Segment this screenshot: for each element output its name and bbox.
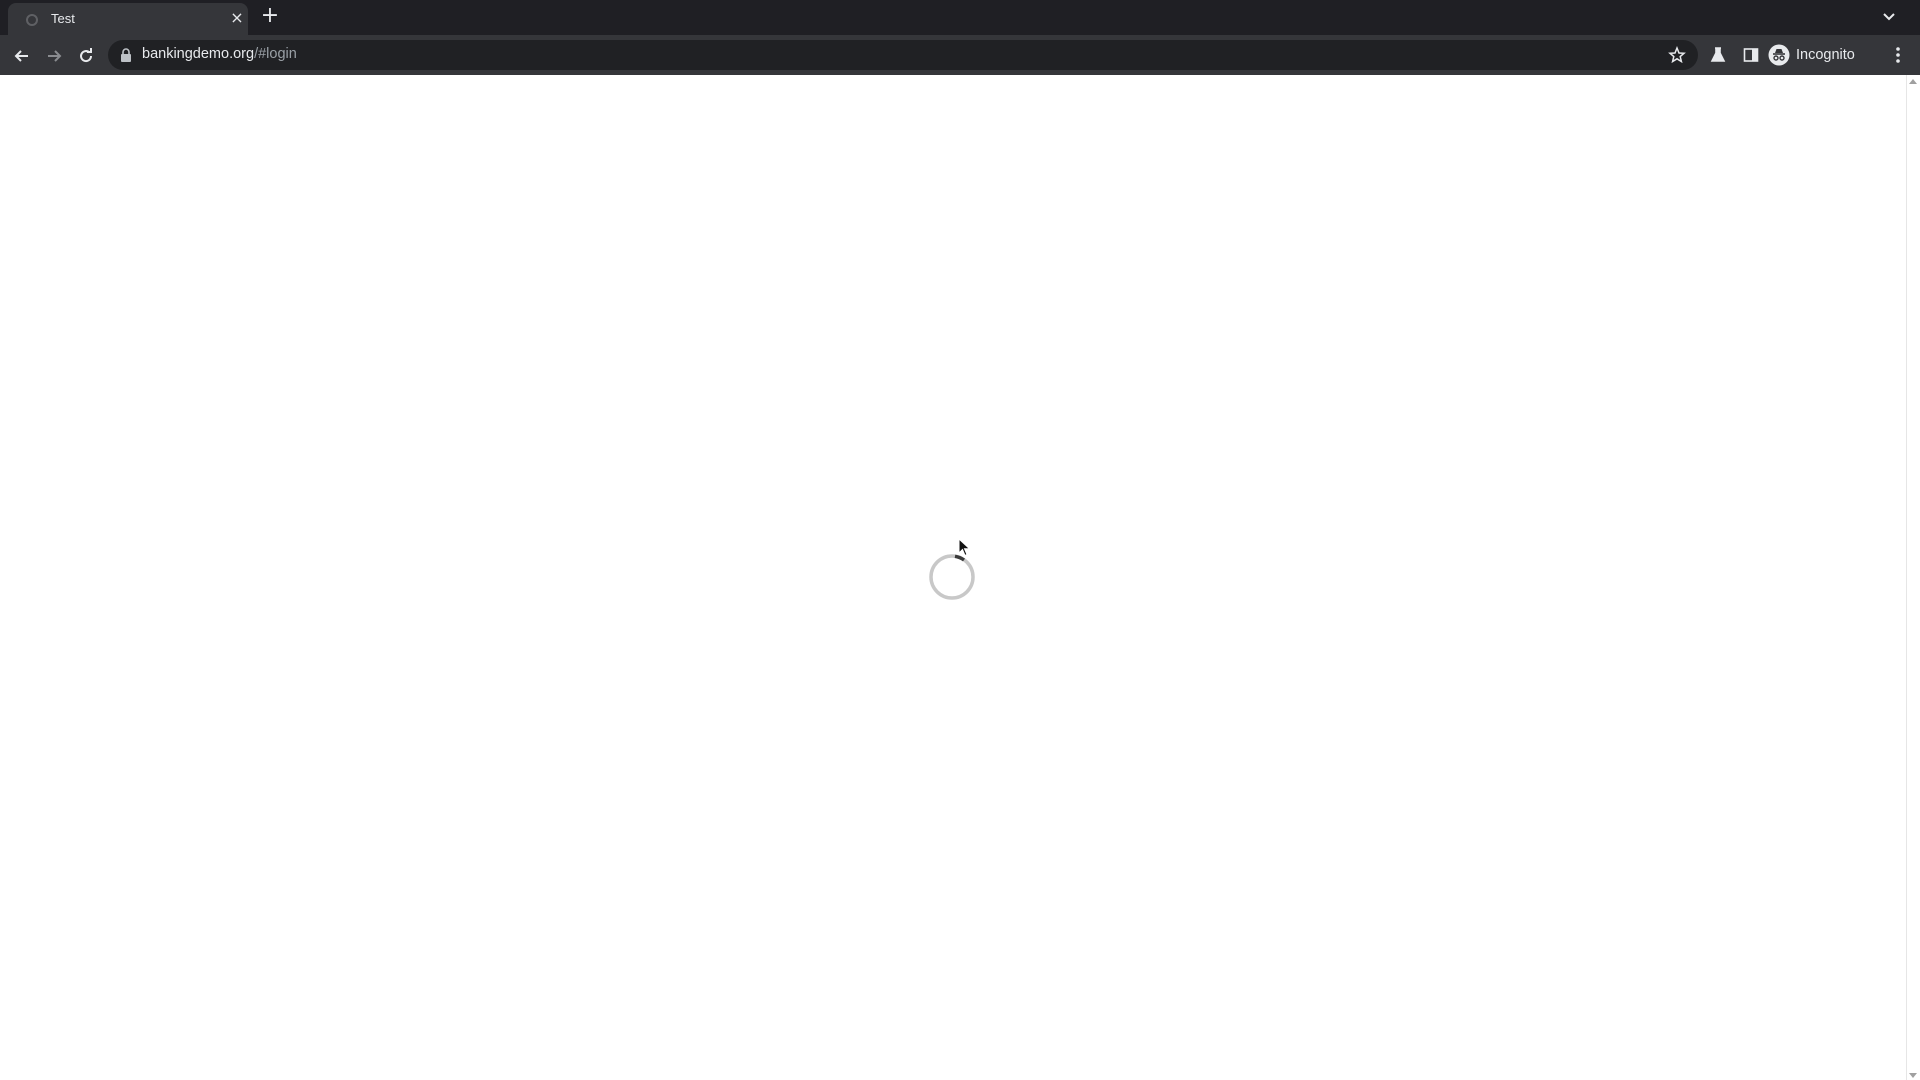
url-text: bankingdemo.org/#login: [142, 46, 297, 62]
side-panel-icon: [1743, 48, 1759, 62]
globe-icon: [26, 14, 38, 26]
scroll-up-arrow-icon[interactable]: [1909, 79, 1917, 84]
vertical-dots-icon: [1896, 47, 1900, 63]
flask-icon: [1710, 47, 1726, 62]
vertical-scrollbar[interactable]: [1906, 75, 1920, 1080]
reload-icon: [80, 48, 93, 63]
profile-label: Incognito: [1796, 47, 1855, 63]
mouse-pointer-icon: [958, 538, 971, 557]
browser-tab[interactable]: Test ×: [8, 3, 248, 35]
chevron-down-icon: [1883, 13, 1895, 21]
new-tab-button[interactable]: +: [258, 5, 282, 29]
tab-title: Test: [51, 11, 75, 26]
scroll-down-arrow-icon[interactable]: [1909, 1073, 1917, 1078]
tab-strip: Test × +: [0, 0, 1920, 35]
browser-menu-button[interactable]: [1888, 43, 1908, 67]
arrow-left-icon: [14, 50, 28, 62]
profile-button[interactable]: Incognito: [1768, 42, 1855, 68]
incognito-icon: [1768, 44, 1790, 66]
forward-button[interactable]: [41, 43, 67, 69]
back-button[interactable]: [9, 43, 35, 69]
star-icon[interactable]: [1668, 46, 1686, 64]
close-icon[interactable]: ×: [228, 9, 246, 27]
reload-button[interactable]: [73, 43, 99, 69]
loading-spinner-icon: [929, 554, 975, 600]
address-bar[interactable]: bankingdemo.org/#login: [108, 40, 1698, 70]
side-panel-button[interactable]: [1739, 43, 1763, 67]
tab-search-button[interactable]: [1878, 6, 1900, 28]
extensions-button[interactable]: [1706, 43, 1730, 67]
arrow-right-icon: [48, 50, 62, 62]
browser-toolbar: bankingdemo.org/#login Incognito: [0, 35, 1920, 75]
lock-icon: [121, 48, 131, 62]
